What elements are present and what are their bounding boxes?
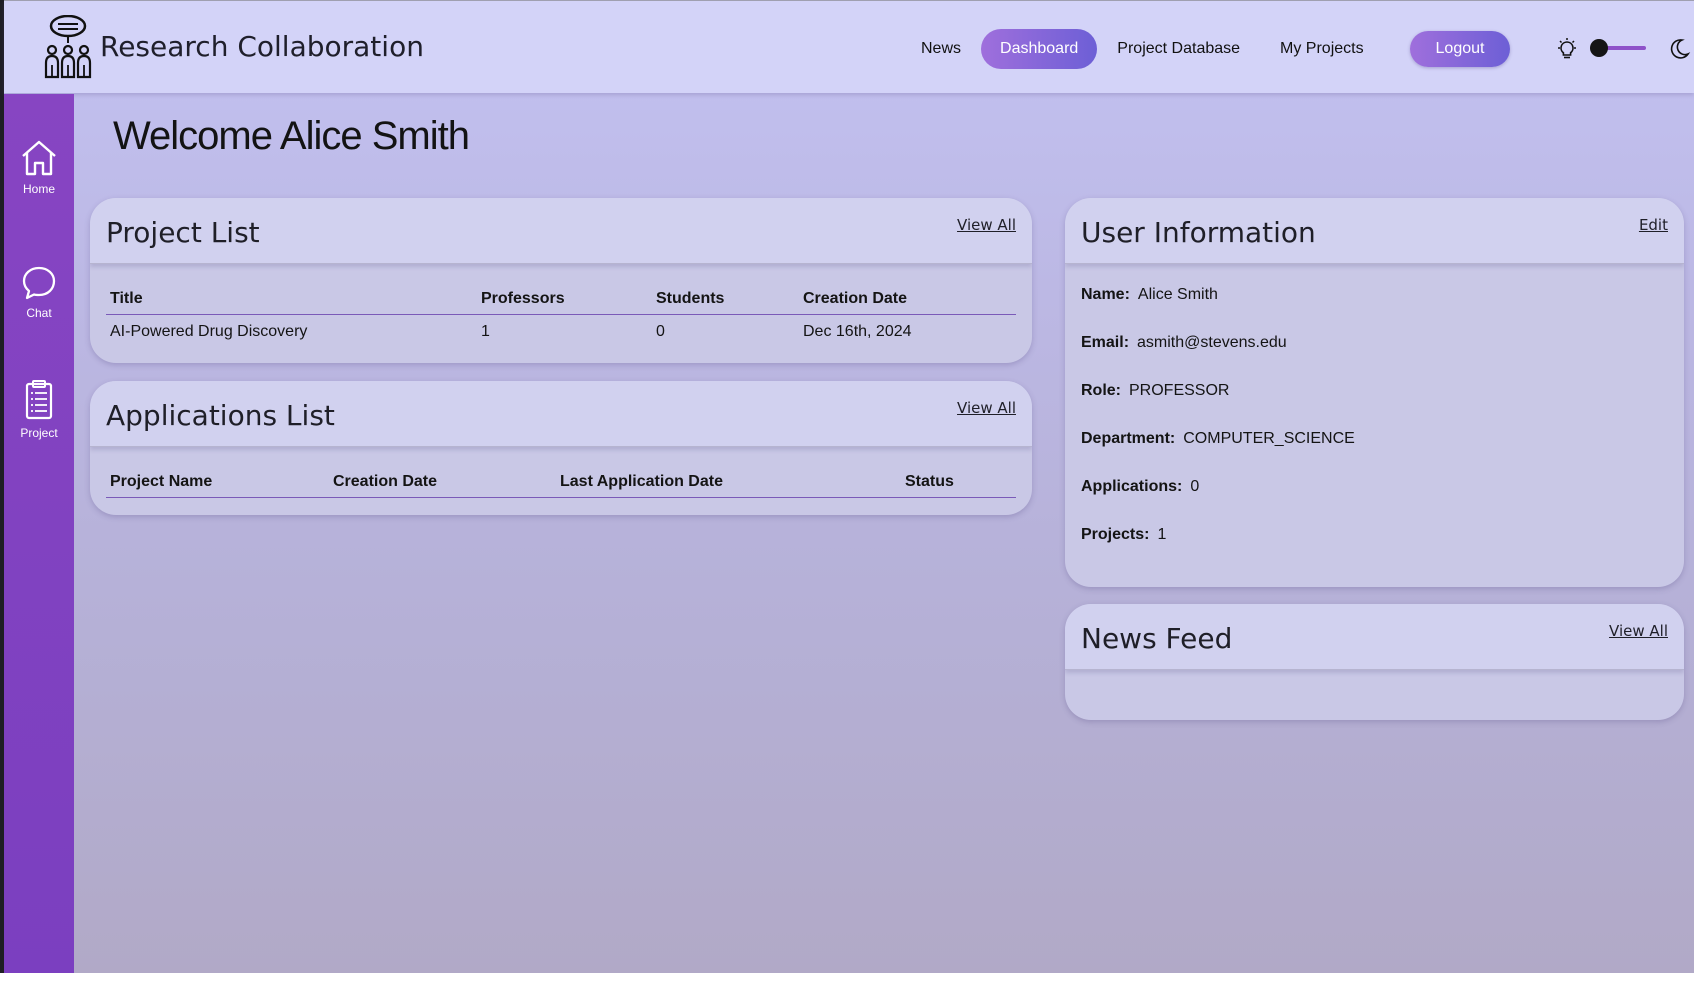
lightbulb-icon — [1558, 38, 1576, 59]
info-value: PROFESSOR — [1129, 382, 1230, 399]
sidebar-item-project[interactable]: Project — [4, 378, 74, 440]
news-feed-view-all-link[interactable]: View All — [1609, 622, 1668, 640]
sidebar-item-label: Project — [20, 426, 58, 440]
card-header: User Information Edit — [1065, 198, 1684, 264]
info-value: 0 — [1190, 478, 1200, 495]
page-title: Welcome Alice Smith — [113, 114, 470, 158]
info-name: Name: Alice Smith — [1081, 286, 1218, 304]
info-value: COMPUTER_SCIENCE — [1183, 430, 1355, 447]
column-header: Last Application Date — [560, 473, 723, 490]
main-nav: News Dashboard Project Database My Proje… — [901, 29, 1384, 69]
table-divider — [106, 497, 1016, 498]
info-applications: Applications: 0 — [1081, 478, 1199, 496]
card-header: Project List View All — [90, 198, 1032, 264]
applications-view-all-link[interactable]: View All — [957, 399, 1016, 417]
table-cell-students: 0 — [656, 323, 665, 340]
card-title: User Information — [1081, 216, 1316, 249]
home-icon — [22, 140, 56, 176]
column-header: Students — [656, 290, 725, 307]
brand-title: Research Collaboration — [100, 30, 424, 63]
window-edge — [0, 973, 1694, 983]
card-title: Applications List — [106, 399, 335, 432]
info-value: 1 — [1157, 526, 1167, 543]
card-title: Project List — [106, 216, 260, 249]
table-divider — [106, 314, 1016, 315]
theme-toggle-knob[interactable] — [1590, 39, 1608, 57]
info-label: Department: — [1081, 430, 1176, 447]
info-label: Email: — [1081, 334, 1130, 351]
sidebar-item-home[interactable]: Home — [4, 138, 74, 196]
info-value: Alice Smith — [1137, 286, 1218, 303]
card-header: News Feed View All — [1065, 604, 1684, 670]
nav-project-database[interactable]: Project Database — [1097, 29, 1260, 69]
logout-button[interactable]: Logout — [1410, 31, 1510, 67]
info-label: Name: — [1081, 286, 1130, 303]
top-header: Research Collaboration News Dashboard Pr… — [4, 0, 1694, 93]
column-header: Title — [110, 290, 143, 307]
info-label: Applications: — [1081, 478, 1183, 495]
info-label: Role: — [1081, 382, 1121, 399]
card-title: News Feed — [1081, 622, 1233, 655]
sidebar: Home Chat Project — [4, 94, 74, 973]
sidebar-item-label: Chat — [26, 306, 52, 320]
news-feed-card: News Feed View All — [1065, 604, 1684, 720]
table-cell-creation-date: Dec 16th, 2024 — [803, 323, 912, 340]
project-list-card: Project List View All Title Professors S… — [90, 198, 1032, 363]
card-header: Applications List View All — [90, 381, 1032, 447]
research-group-logo-icon — [44, 15, 92, 79]
user-information-card: User Information Edit Name: Alice Smith E… — [1065, 198, 1684, 587]
moon-icon — [1670, 39, 1691, 59]
info-label: Projects: — [1081, 526, 1150, 543]
info-projects: Projects: 1 — [1081, 526, 1166, 544]
clipboard-list-icon — [25, 380, 53, 420]
edit-profile-link[interactable]: Edit — [1639, 216, 1668, 234]
info-value: asmith@stevens.edu — [1137, 334, 1287, 351]
sidebar-item-chat[interactable]: Chat — [4, 264, 74, 320]
column-header: Creation Date — [333, 473, 438, 490]
sidebar-item-label: Home — [22, 182, 55, 196]
app-page: Research Collaboration News Dashboard Pr… — [4, 0, 1694, 973]
table-cell-professors: 1 — [481, 323, 490, 340]
nav-my-projects[interactable]: My Projects — [1260, 29, 1384, 69]
nav-dashboard[interactable]: Dashboard — [981, 29, 1098, 69]
column-header: Professors — [481, 290, 565, 307]
chat-bubble-icon — [22, 266, 56, 300]
applications-list-card: Applications List View All Project Name … — [90, 381, 1032, 515]
nav-news[interactable]: News — [901, 29, 981, 69]
table-cell-title[interactable]: AI-Powered Drug Discovery — [110, 323, 307, 341]
info-role: Role: PROFESSOR — [1081, 382, 1229, 400]
project-list-view-all-link[interactable]: View All — [957, 216, 1016, 234]
column-header: Project Name — [110, 473, 213, 490]
column-header: Creation Date — [803, 290, 908, 307]
column-header: Status — [905, 473, 954, 490]
info-department: Department: COMPUTER_SCIENCE — [1081, 430, 1355, 448]
info-email: Email: asmith@stevens.edu — [1081, 334, 1287, 352]
